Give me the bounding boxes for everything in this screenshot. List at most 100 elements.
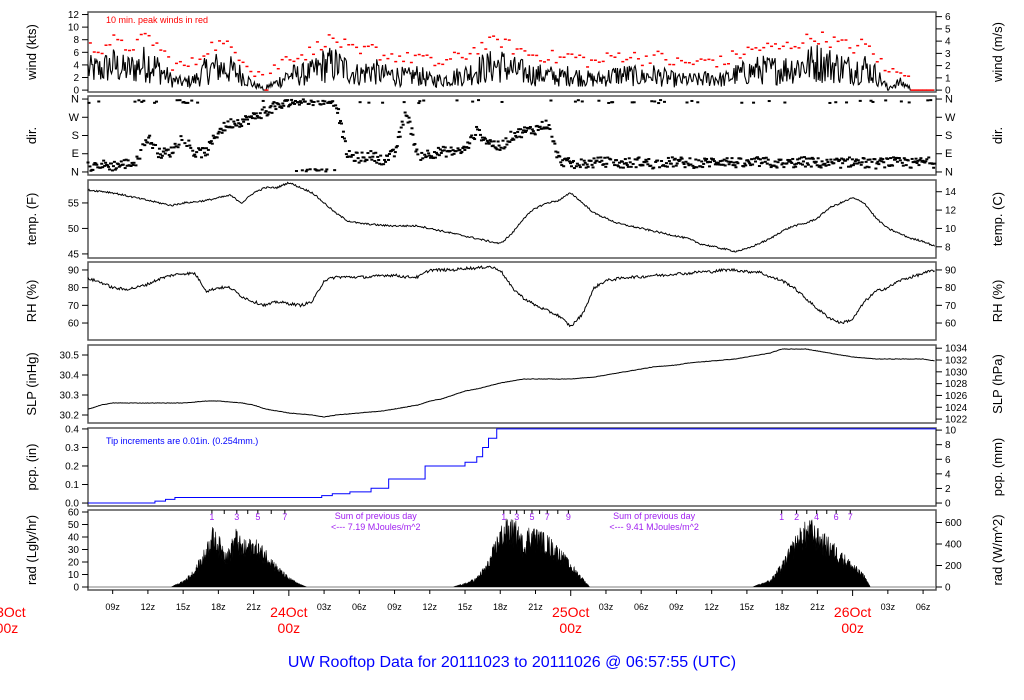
wind-direction-point	[915, 161, 919, 164]
wind-direction-point	[881, 158, 885, 161]
wind-direction-point	[379, 154, 383, 157]
wind-direction-point	[368, 156, 372, 159]
wind-direction-point	[612, 161, 616, 164]
wind-direction-point	[155, 152, 159, 155]
wind-direction-point	[536, 129, 540, 132]
wind-direction-point	[730, 157, 734, 160]
wind-direction-point	[549, 99, 553, 102]
wind-direction-point	[410, 127, 414, 130]
wind-direction-point	[300, 169, 304, 172]
wind-direction-point	[196, 101, 200, 104]
wind-direction-point	[883, 166, 887, 169]
wind-direction-point	[674, 164, 678, 167]
wind-direction-point	[581, 163, 585, 166]
wind-direction-point	[505, 143, 509, 146]
wind-direction-point	[585, 163, 589, 166]
wind-direction-point	[641, 164, 645, 167]
wind-direction-point	[858, 99, 862, 102]
wind-direction-point	[107, 165, 111, 168]
wind-direction-point	[356, 157, 360, 160]
y-tick-label: 80	[68, 283, 80, 294]
y-tick-label: 4	[73, 60, 79, 71]
wind-direction-point	[191, 149, 195, 152]
wind-direction-point	[282, 104, 286, 107]
y-tick-label-right: 1028	[945, 379, 968, 390]
wind-direction-point	[297, 103, 301, 106]
wind-direction-point	[91, 168, 95, 171]
wind-direction-point	[892, 156, 896, 159]
wind-direction-point	[499, 146, 503, 149]
wind-direction-point	[200, 156, 204, 159]
x-tick-label: 06z	[352, 602, 367, 612]
wind-direction-point	[307, 102, 311, 105]
wind-direction-point	[926, 99, 930, 102]
y-tick-label-right: 90	[945, 265, 957, 276]
wind-direction-point	[520, 136, 524, 139]
x-tick-label: 15z	[176, 602, 191, 612]
y-tick-label-right: 200	[945, 561, 962, 572]
x-tick-label: 06z	[916, 602, 931, 612]
wind-direction-point	[907, 101, 911, 104]
wind-direction-point	[180, 138, 184, 141]
y-tick-label: N	[71, 94, 79, 106]
wind-direction-point	[384, 160, 388, 163]
wind-direction-point	[852, 162, 856, 165]
x-tick-label: 12z	[423, 602, 438, 612]
wind-direction-point	[540, 120, 544, 123]
wind-direction-point	[264, 110, 268, 113]
wind-direction-point	[286, 99, 290, 102]
wind-direction-point	[357, 161, 361, 164]
rad-hour-label: 5	[529, 512, 534, 522]
wind-direction-point	[508, 140, 512, 143]
rad-hour-label: 1	[209, 512, 214, 522]
wind-direction-point	[834, 101, 838, 104]
rad-sum-note-line2: <--- 7.19 MJoules/m^2	[331, 522, 421, 532]
wind-direction-point	[871, 100, 875, 103]
y-axis-title: RH (%)	[24, 280, 39, 323]
wind-direction-point	[929, 99, 933, 102]
wind-direction-point	[270, 111, 274, 114]
wind-direction-point	[102, 159, 106, 162]
wind-direction-point	[95, 163, 99, 166]
wind-direction-point	[695, 166, 699, 169]
wind-direction-point	[576, 99, 580, 102]
wind-direction-point	[360, 151, 364, 154]
wind-direction-point	[781, 162, 785, 165]
wind-direction-point	[104, 161, 108, 164]
wind-direction-point	[135, 155, 139, 158]
wind-direction-point	[556, 151, 560, 154]
x-date-hour-label: 00z	[559, 620, 582, 636]
rad-hour-label: 4	[814, 512, 819, 522]
wind-direction-point	[649, 164, 653, 167]
y-axis-title-right: wind (m/s)	[990, 22, 1005, 83]
y-tick-label-right: 1	[945, 73, 951, 84]
wind-direction-point	[607, 101, 611, 104]
wind-direction-point	[874, 167, 878, 170]
wind-direction-point	[319, 103, 323, 106]
wind-direction-point	[119, 160, 123, 163]
y-tick-label-right: 0	[945, 583, 951, 594]
panel-frame	[87, 179, 937, 259]
wind-direction-point	[800, 156, 804, 159]
wind-direction-point	[156, 156, 160, 159]
wind-direction-point	[708, 161, 712, 164]
wind-direction-point	[760, 161, 764, 164]
y-tick-label-right: 6	[945, 12, 951, 23]
wind-direction-point	[185, 144, 189, 147]
y-axis-title-right: pcp. (mm)	[990, 438, 1005, 497]
y-tick-label-right: 400	[945, 540, 962, 551]
wind-direction-point	[194, 155, 198, 158]
wind-direction-point	[832, 162, 836, 165]
wind-direction-point	[448, 150, 452, 153]
wind-direction-point	[550, 135, 554, 138]
wind-direction-point	[528, 125, 532, 128]
wind-direction-point	[666, 156, 670, 159]
wind-direction-point	[341, 130, 345, 133]
wind-direction-point	[495, 148, 499, 151]
wind-direction-point	[605, 162, 609, 165]
wind-direction-point	[723, 164, 727, 167]
wind-direction-point	[574, 165, 578, 168]
wind-direction-point	[828, 101, 832, 104]
y-tick-label: 30.3	[60, 391, 80, 402]
wind-direction-point	[867, 166, 871, 169]
